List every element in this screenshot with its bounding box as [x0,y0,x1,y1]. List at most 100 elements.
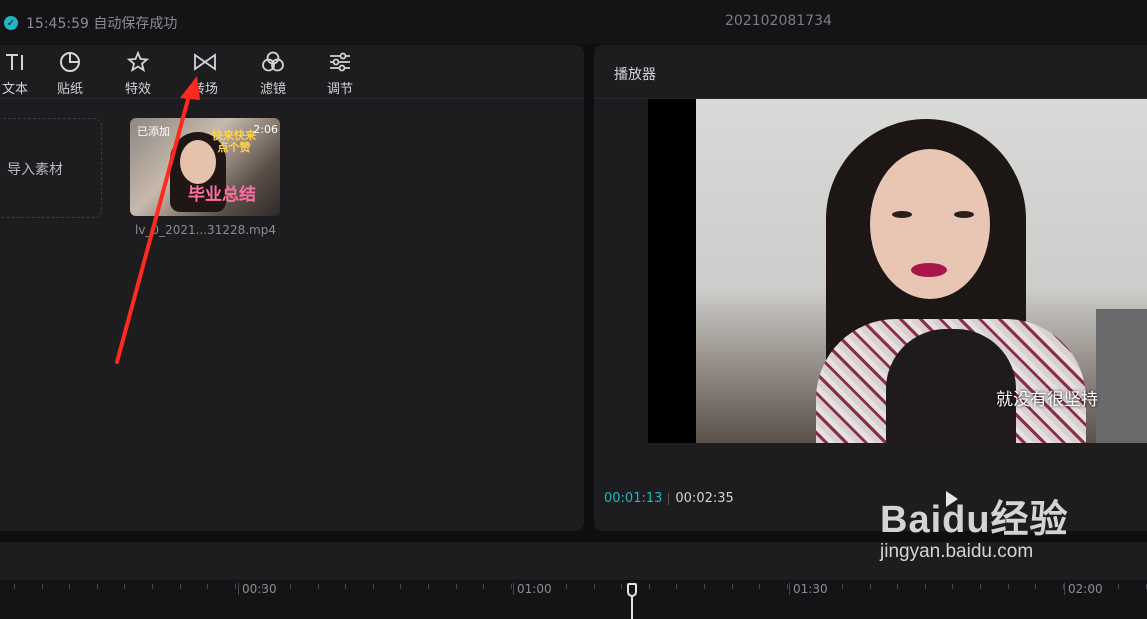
playback-time: 00:01:13 00:02:35 [604,491,734,506]
ruler-tick [925,584,926,589]
video-subtitle: 就没有很坚持 [996,390,1098,410]
ruler-tick [235,584,236,589]
video-preview[interactable]: 就没有很坚持 [648,99,1147,443]
ruler-tick [980,584,981,589]
tab-transition-label: 转场 [191,82,218,97]
tab-adjust-label: 调节 [326,82,353,97]
effects-icon [113,50,163,74]
ruler-tick [345,584,346,589]
ruler-tick [732,584,733,589]
ruler-tick [262,584,263,589]
media-thumbnail[interactable]: 已添加 2:06 快来快来点个赞 毕业总结 [130,118,280,216]
ruler-tick [1035,584,1036,589]
text-icon [0,50,40,74]
watermark-logo: Baidu经验 [880,499,1069,541]
tab-adjust[interactable]: 调节 [315,50,365,97]
media-filename: lv_0_2021...31228.mp4 [135,223,276,237]
person-eye [892,211,912,218]
ruler-tick [69,584,70,589]
tab-text[interactable]: 文本 [0,50,40,97]
ruler-tick [42,584,43,589]
ruler-tick [649,584,650,589]
sticker-icon [45,50,95,74]
top-bar: ✓ 15:45:59 自动保存成功 202102081734 [0,0,1147,44]
background-sofa [1096,309,1147,443]
import-media-area[interactable]: + 导入素材 [0,118,102,218]
ruler-tick [483,584,484,589]
ruler-label: 01:00 [513,582,552,596]
playhead-handle[interactable] [627,583,637,597]
ruler-tick [842,584,843,589]
tab-text-label: 文本 [1,82,28,97]
playhead[interactable] [627,583,637,619]
thumbnail-caption-top: 快来快来点个赞 [212,129,256,154]
ruler-tick [207,584,208,589]
ruler-tick [14,584,15,589]
ruler-tick [1118,584,1119,589]
thumbnail-face [180,140,216,184]
tab-effects-label: 特效 [124,82,151,97]
tab-filter[interactable]: 滤镜 [248,50,298,97]
timeline-ruler[interactable]: 00:30 01:00 01:30 02:00 [0,580,1147,619]
ruler-tick [1063,584,1064,589]
ruler-tick [1008,584,1009,589]
tab-effects[interactable]: 特效 [113,50,163,97]
project-title: 202102081734 [725,13,832,29]
person-lips [911,263,947,277]
current-time: 00:01:13 [604,491,663,506]
ruler-tick [897,584,898,589]
autosave-status: ✓ 15:45:59 自动保存成功 [4,13,177,33]
ruler-tick [814,584,815,589]
ruler-tick [456,584,457,589]
ruler-tick [787,584,788,589]
filter-icon [248,50,298,74]
ruler-tick [124,584,125,589]
tab-filter-label: 滤镜 [259,82,286,97]
import-media-button[interactable]: + 导入素材 [0,159,63,179]
ruler-label: 00:30 [238,582,277,596]
watermark-url: jingyan.baidu.com [880,541,1034,562]
ruler-tick [428,584,429,589]
person-eye [954,211,974,218]
tab-transition[interactable]: 转场 [180,50,230,97]
check-icon: ✓ [4,16,18,30]
ruler-tick [870,584,871,589]
adjust-icon [315,50,365,74]
ruler-tick [318,584,319,589]
player-title: 播放器 [614,67,656,83]
person-sweater [816,319,1086,443]
tab-sticker-label: 贴纸 [56,82,83,97]
media-library-panel: 文本 贴纸 特效 转场 滤镜 调节 导入素材 已添加 2:06 快来快来点个赞 … [0,45,584,531]
ruler-tick [952,584,953,589]
ruler-label: 01:30 [789,582,828,596]
baidu-watermark: Baidu经验 jingyan.baidu.com [880,488,1069,563]
player-panel: 播放器 就没有很坚持 00:01:13 00:02:35 [594,45,1147,531]
library-tabs: 文本 贴纸 特效 转场 滤镜 调节 [0,45,584,99]
ruler-tick [152,584,153,589]
ruler-tick [538,584,539,589]
time-separator [668,492,670,505]
ruler-tick [290,584,291,589]
ruler-tick [400,584,401,589]
tab-sticker[interactable]: 贴纸 [45,50,95,97]
ruler-tick [759,584,760,589]
ruler-tick [621,584,622,589]
video-frame: 就没有很坚持 [696,99,1147,443]
transition-icon [180,50,230,74]
media-duration: 2:06 [253,123,278,136]
ruler-tick [180,584,181,589]
thumbnail-caption-main: 毕业总结 [188,185,256,205]
playhead-line [631,597,633,619]
ruler-tick [594,584,595,589]
ruler-tick [676,584,677,589]
ruler-tick [704,584,705,589]
ruler-label: 02:00 [1064,582,1103,596]
ruler-tick [566,584,567,589]
added-badge: 已添加 [137,125,170,138]
ruler-tick [1090,584,1091,589]
ruler-tick [373,584,374,589]
total-time: 00:02:35 [675,491,734,506]
ruler-tick [511,584,512,589]
autosave-text: 15:45:59 自动保存成功 [26,16,178,32]
ruler-tick [97,584,98,589]
